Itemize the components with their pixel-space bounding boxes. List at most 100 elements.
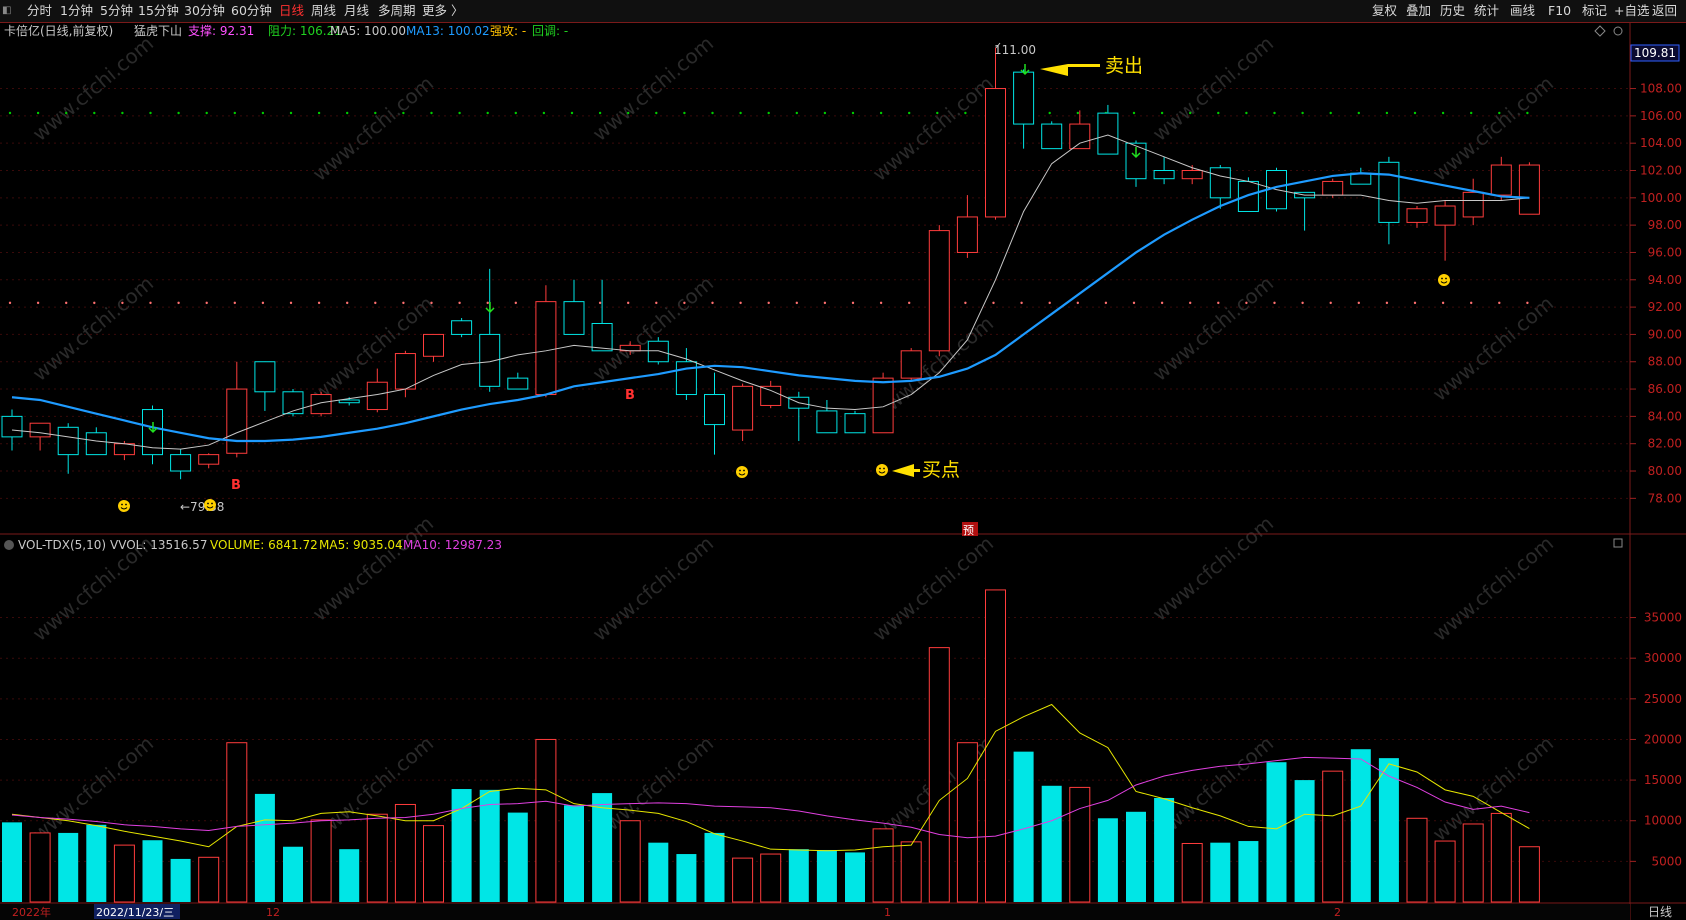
price-tick-label: 80.00 (1648, 464, 1682, 478)
ma13-value: MA13: 100.02 (406, 24, 490, 38)
candle-body (535, 301, 557, 396)
main-panel-controls[interactable] (1594, 25, 1623, 37)
expand-icon[interactable] (1613, 538, 1623, 548)
candle-body (1406, 208, 1428, 223)
period-tab-weekly[interactable]: 周线 (311, 3, 336, 19)
support-dot (261, 301, 265, 305)
period-toolbar: ◧ 分时 1分钟 5分钟 15分钟 30分钟 60分钟 日线 周线 月线 多周期… (0, 0, 1686, 23)
volume-bar (1462, 823, 1484, 903)
add-watchlist-button[interactable]: +自选 (1614, 3, 1649, 19)
price-tick-label: 98.00 (1648, 218, 1682, 232)
candle-body (1041, 123, 1063, 150)
resistance-dot (1385, 111, 1389, 115)
volume-indicator-header: VOL-TDX(5,10) VVOL: 13516.57 VOLUME: 684… (4, 538, 502, 552)
period-tab-60min[interactable]: 60分钟 (231, 3, 272, 19)
price-tick-label: 90.00 (1648, 327, 1682, 341)
support-dot (486, 301, 489, 305)
resistance-dot (486, 111, 489, 115)
candle-body (85, 432, 107, 456)
toolbar-collapse-icon[interactable]: ◧ (2, 3, 11, 19)
volume-tick-label: 20000 (1644, 732, 1682, 746)
volume-menu-icon[interactable] (4, 540, 14, 550)
resistance-dot (908, 111, 911, 115)
volume-panel-controls[interactable] (1613, 538, 1623, 548)
support-dot (36, 301, 40, 305)
candle-body (928, 230, 950, 352)
volume-bar (283, 846, 303, 902)
resistance-dot (177, 111, 180, 115)
fuquan-button[interactable]: 复权 (1372, 3, 1397, 19)
x-label-year: 2022年 (12, 905, 51, 919)
b-mark-1: B (231, 478, 241, 493)
support-dot (205, 301, 208, 305)
period-tab-monthly[interactable]: 月线 (344, 3, 369, 19)
period-tab-fenshi[interactable]: 分时 (27, 3, 52, 19)
smile-eye (125, 503, 127, 506)
x-label-jan: 1 (884, 906, 891, 919)
volume-bar (985, 589, 1006, 903)
volume-bar (1294, 780, 1315, 902)
candle-body (113, 443, 135, 456)
candle-body (1013, 71, 1035, 125)
resistance-dot (205, 111, 208, 115)
candle-body (563, 301, 585, 335)
draw-button[interactable]: 画线 (1510, 3, 1535, 19)
close-circle-icon[interactable] (1613, 26, 1623, 36)
support-dot (1217, 301, 1220, 305)
mark-button[interactable]: 标记 (1582, 3, 1607, 19)
back-button[interactable]: 返回 (1652, 3, 1677, 19)
b-mark-2: B (625, 388, 635, 403)
period-tab-more[interactable]: 更多 〉 (422, 3, 463, 19)
f10-button[interactable]: F10 (1548, 3, 1571, 19)
support-dot (149, 301, 152, 305)
volume-bar (366, 813, 388, 903)
candle-body (282, 391, 304, 415)
smile-icon (736, 466, 748, 478)
stats-button[interactable]: 统计 (1474, 3, 1499, 19)
price-tick-label: 84.00 (1648, 409, 1682, 423)
support-dot (121, 301, 124, 305)
diamond-icon[interactable] (1594, 25, 1606, 37)
period-tab-1min[interactable]: 1分钟 (60, 3, 93, 19)
volume-bar (592, 793, 613, 902)
history-button[interactable]: 历史 (1440, 3, 1465, 19)
volume-axis: 5000 10000 15000 20000 25000 30000 35000 (1630, 611, 1682, 868)
candle-body (1209, 167, 1231, 199)
volume-bar (676, 854, 697, 902)
volume-bar (170, 858, 191, 902)
price-tick-label: 86.00 (1648, 382, 1682, 396)
support-dot (1273, 301, 1276, 305)
volume-bar (1210, 842, 1231, 902)
resistance-dot (739, 111, 742, 115)
resistance-dot (823, 111, 827, 115)
volume-bar (339, 849, 360, 902)
vol-indicator-name: VOL-TDX(5,10) (18, 538, 106, 552)
volume-bar (451, 789, 472, 902)
candle-body (29, 422, 51, 438)
volume-bar (1434, 840, 1456, 903)
smile-eye (879, 467, 881, 470)
period-tab-daily[interactable]: 日线 (279, 3, 304, 19)
candle-body (1181, 170, 1203, 180)
candle-body (1097, 112, 1119, 155)
candle-body (704, 394, 725, 426)
resistance-dot (1526, 111, 1529, 115)
candle-body (816, 410, 838, 434)
candle-body (170, 454, 192, 472)
resistance-dot (683, 111, 686, 115)
stock-chart[interactable]: www.cfchi.com www.cfchi.com www.cfchi.com w… (0, 22, 1686, 920)
watermark-text: www.cfchi.com (1148, 271, 1278, 386)
period-tab-15min[interactable]: 15分钟 (138, 3, 179, 19)
volume-tick-label: 25000 (1644, 692, 1682, 706)
period-tab-5min[interactable]: 5分钟 (100, 3, 133, 19)
candle-body (647, 340, 669, 363)
overlay-button[interactable]: 叠加 (1406, 3, 1431, 19)
volume-bar (479, 789, 500, 902)
candle-body (507, 377, 529, 390)
period-tab-30min[interactable]: 30分钟 (184, 3, 225, 19)
support-dot (1526, 301, 1529, 305)
support-resistance-dots (8, 111, 1529, 305)
volume-bar (1154, 797, 1175, 902)
volume-bar (1069, 786, 1091, 903)
period-tab-multi[interactable]: 多周期 (378, 3, 416, 19)
